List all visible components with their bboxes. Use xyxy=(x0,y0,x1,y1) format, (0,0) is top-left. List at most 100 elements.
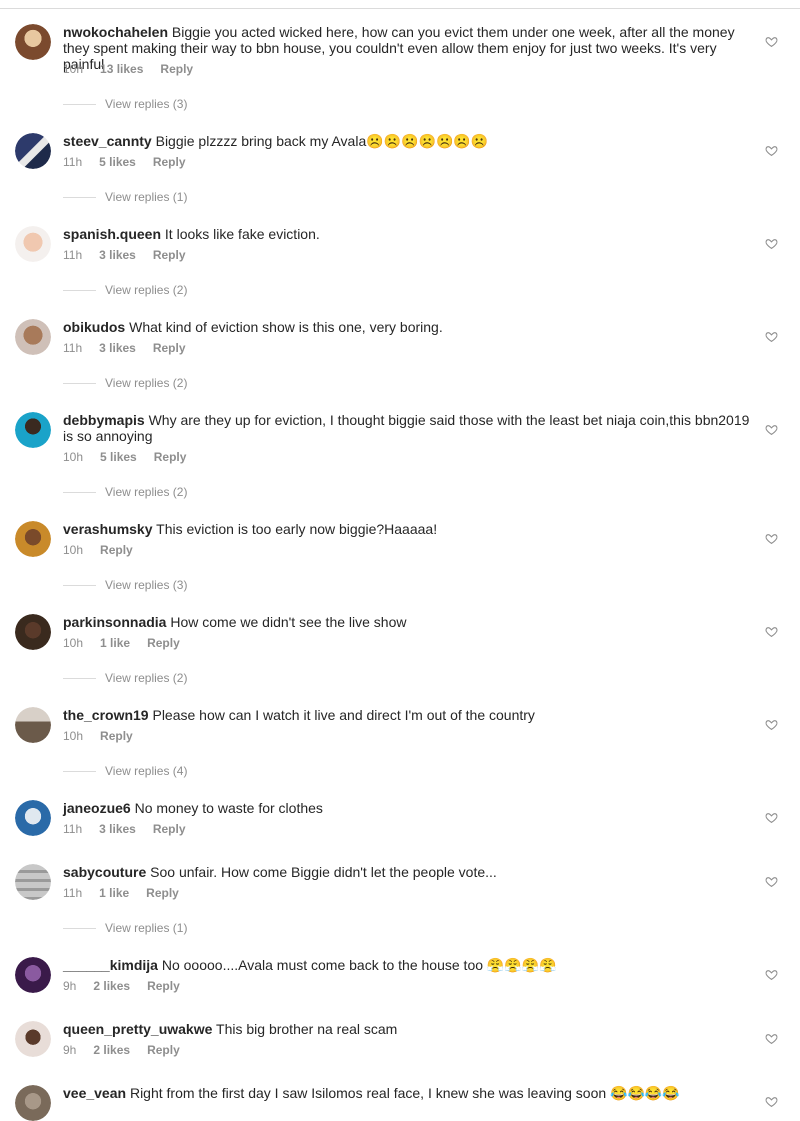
view-replies-label: View replies (1) xyxy=(105,190,188,204)
reply-button[interactable]: Reply xyxy=(153,341,186,355)
heart-outline-icon[interactable] xyxy=(765,237,778,250)
timestamp: 10h xyxy=(63,543,84,557)
heart-outline-icon[interactable] xyxy=(765,968,778,981)
heart-outline-icon[interactable] xyxy=(765,718,778,731)
heart-outline-icon[interactable] xyxy=(765,35,778,48)
avatar[interactable] xyxy=(15,412,51,448)
comment-body: How come we didn't see the live show xyxy=(170,614,407,630)
likes-count[interactable]: 5 likes xyxy=(99,155,136,169)
username-link[interactable]: ______kimdija xyxy=(63,957,158,973)
heart-outline-icon[interactable] xyxy=(765,1095,778,1108)
reply-button[interactable]: Reply xyxy=(160,62,193,76)
replies-divider xyxy=(63,104,96,106)
view-replies-link[interactable]: View replies (2) xyxy=(63,671,187,685)
avatar[interactable] xyxy=(15,864,51,900)
comment-body: No ooooo....Avala must come back to the … xyxy=(161,957,557,973)
reply-button[interactable]: Reply xyxy=(147,636,180,650)
timestamp: 9h xyxy=(63,979,77,993)
heart-outline-icon[interactable] xyxy=(765,811,778,824)
view-replies-label: View replies (3) xyxy=(105,97,188,111)
avatar[interactable] xyxy=(15,800,51,836)
comment-body: No money to waste for clothes xyxy=(134,800,323,816)
view-replies-link[interactable]: View replies (3) xyxy=(63,97,187,111)
likes-count[interactable]: 3 likes xyxy=(99,341,136,355)
comment-meta: 10h 5 likes Reply xyxy=(63,450,203,464)
username-link[interactable]: sabycouture xyxy=(63,864,146,880)
username-link[interactable]: vee_vean xyxy=(63,1085,126,1101)
username-link[interactable]: debbymapis xyxy=(63,412,145,428)
replies-divider xyxy=(63,197,96,199)
heart-outline-icon[interactable] xyxy=(765,1032,778,1045)
reply-button[interactable]: Reply xyxy=(100,543,133,557)
avatar[interactable] xyxy=(15,521,51,557)
username-link[interactable]: nwokochahelen xyxy=(63,24,168,40)
avatar[interactable] xyxy=(15,133,51,169)
timestamp: 10h xyxy=(63,636,84,650)
avatar[interactable] xyxy=(15,1085,51,1121)
view-replies-link[interactable]: View replies (2) xyxy=(63,485,187,499)
reply-button[interactable]: Reply xyxy=(154,450,187,464)
heart-outline-icon[interactable] xyxy=(765,423,778,436)
avatar[interactable] xyxy=(15,319,51,355)
username-link[interactable]: obikudos xyxy=(63,319,125,335)
reply-button[interactable]: Reply xyxy=(147,979,180,993)
likes-count[interactable]: 1 like xyxy=(100,636,130,650)
timestamp: 11h xyxy=(63,341,83,355)
reply-button[interactable]: Reply xyxy=(146,886,179,900)
reply-button[interactable]: Reply xyxy=(100,729,133,743)
likes-count[interactable]: 5 likes xyxy=(100,450,137,464)
view-replies-link[interactable]: View replies (4) xyxy=(63,764,187,778)
comment-body: This big brother na real scam xyxy=(216,1021,398,1037)
reply-button[interactable]: Reply xyxy=(153,155,186,169)
view-replies-label: View replies (2) xyxy=(105,671,188,685)
replies-divider xyxy=(63,585,96,587)
comment-text: the_crown19 Please how can I watch it li… xyxy=(63,707,755,723)
heart-outline-icon[interactable] xyxy=(765,330,778,343)
view-replies-label: View replies (2) xyxy=(105,376,188,390)
heart-outline-icon[interactable] xyxy=(765,532,778,545)
reply-button[interactable]: Reply xyxy=(153,248,186,262)
comment-text: obikudos What kind of eviction show is t… xyxy=(63,319,755,335)
comment-body: It looks like fake eviction. xyxy=(164,226,320,242)
reply-button[interactable]: Reply xyxy=(153,822,186,836)
comment-meta: 9h 2 likes Reply xyxy=(63,979,197,993)
avatar[interactable] xyxy=(15,614,51,650)
likes-count[interactable]: 3 likes xyxy=(99,822,136,836)
comment-meta: 9h 2 likes Reply xyxy=(63,1043,197,1057)
likes-count[interactable]: 2 likes xyxy=(93,979,130,993)
username-link[interactable]: the_crown19 xyxy=(63,707,149,723)
timestamp: 9h xyxy=(63,1043,77,1057)
reply-button[interactable]: Reply xyxy=(147,1043,180,1057)
username-link[interactable]: verashumsky xyxy=(63,521,153,537)
avatar[interactable] xyxy=(15,226,51,262)
likes-count[interactable]: 3 likes xyxy=(99,248,136,262)
comment-text: parkinsonnadia How come we didn't see th… xyxy=(63,614,755,630)
comment-body: Soo unfair. How come Biggie didn't let t… xyxy=(150,864,497,880)
username-link[interactable]: parkinsonnadia xyxy=(63,614,166,630)
view-replies-link[interactable]: View replies (2) xyxy=(63,376,187,390)
view-replies-link[interactable]: View replies (1) xyxy=(63,190,187,204)
avatar[interactable] xyxy=(15,1021,51,1057)
username-link[interactable]: janeozue6 xyxy=(63,800,131,816)
heart-outline-icon[interactable] xyxy=(765,144,778,157)
likes-count[interactable]: 13 likes xyxy=(100,62,143,76)
avatar[interactable] xyxy=(15,707,51,743)
view-replies-link[interactable]: View replies (3) xyxy=(63,578,187,592)
comment-body: Biggie plzzzz bring back my Avala☹️☹️☹️☹… xyxy=(155,133,489,149)
avatar[interactable] xyxy=(15,24,51,60)
username-link[interactable]: spanish.queen xyxy=(63,226,161,242)
timestamp: 10h xyxy=(63,729,84,743)
comment-meta: 11h 3 likes Reply xyxy=(63,248,203,262)
likes-count[interactable]: 1 like xyxy=(99,886,129,900)
likes-count[interactable]: 2 likes xyxy=(93,1043,130,1057)
username-link[interactable]: steev_cannty xyxy=(63,133,152,149)
avatar[interactable] xyxy=(15,957,51,993)
comment-body: What kind of eviction show is this one, … xyxy=(129,319,443,335)
heart-outline-icon[interactable] xyxy=(765,875,778,888)
username-link[interactable]: queen_pretty_uwakwe xyxy=(63,1021,212,1037)
comment-text: spanish.queen It looks like fake evictio… xyxy=(63,226,755,242)
view-replies-link[interactable]: View replies (1) xyxy=(63,921,187,935)
view-replies-link[interactable]: View replies (2) xyxy=(63,283,187,297)
timestamp: 11h xyxy=(63,886,83,900)
heart-outline-icon[interactable] xyxy=(765,625,778,638)
